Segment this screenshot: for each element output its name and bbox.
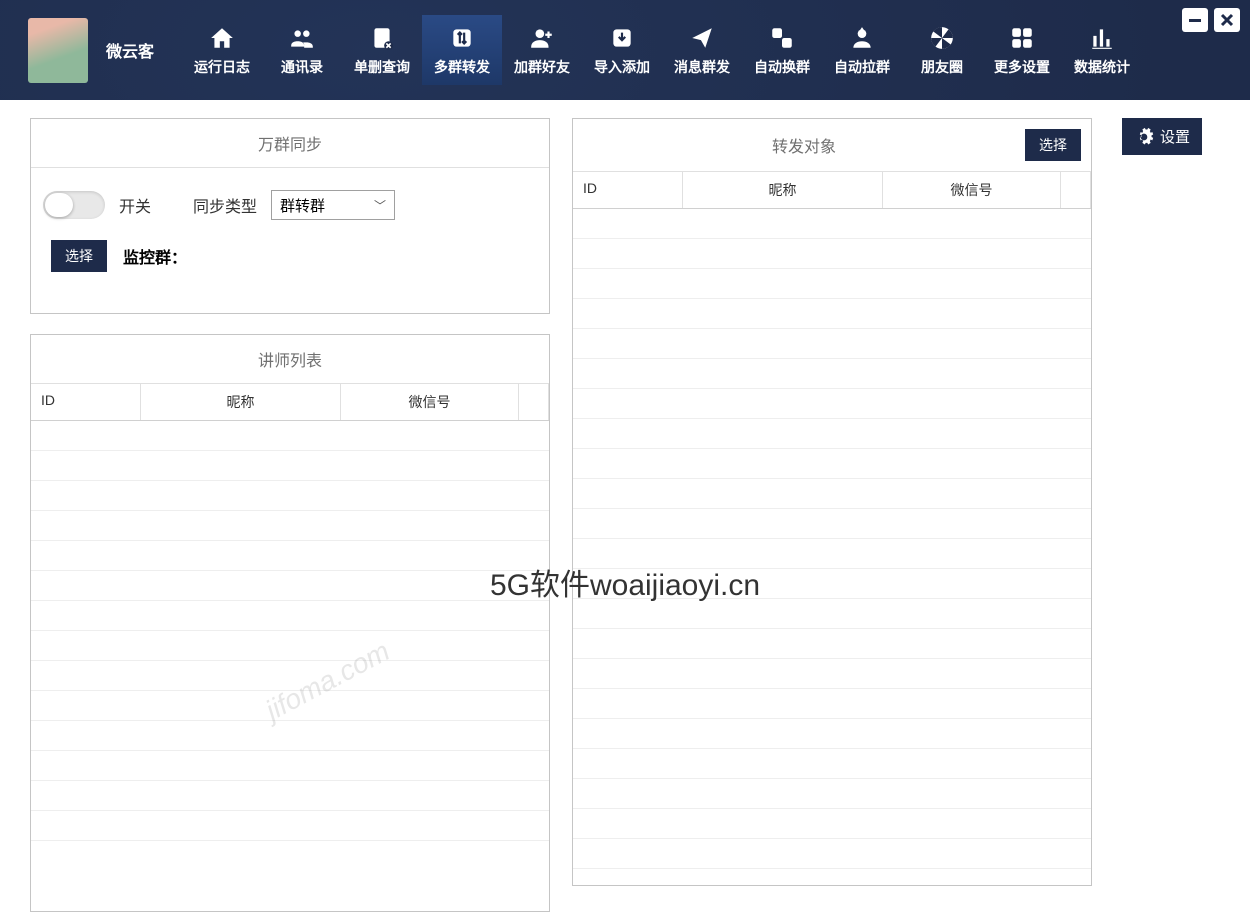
table-row [573, 419, 1091, 449]
home-icon [182, 21, 262, 55]
table-row [573, 329, 1091, 359]
table-row [31, 781, 549, 811]
person-up-icon [822, 21, 902, 55]
table-row [573, 539, 1091, 569]
sync-switch[interactable] [43, 191, 105, 219]
target-table-header: ID 昵称 微信号 [573, 172, 1091, 209]
gear-icon [1134, 127, 1154, 147]
table-row [31, 421, 549, 451]
brand-name: 微云客 [106, 38, 154, 62]
nav-more-settings[interactable]: 更多设置 [982, 15, 1062, 85]
nav-stats[interactable]: 数据统计 [1062, 15, 1142, 85]
table-row [573, 749, 1091, 779]
table-row [573, 299, 1091, 329]
switch-label: 开关 [119, 193, 151, 217]
send-icon [662, 21, 742, 55]
forward-target-panel: 转发对象 选择 ID 昵称 微信号 [572, 118, 1092, 886]
table-row [31, 541, 549, 571]
people-icon [262, 21, 342, 55]
table-row [31, 631, 549, 661]
nav-contacts[interactable]: 通讯录 [262, 15, 342, 85]
settings-button[interactable]: 设置 [1122, 118, 1202, 155]
person-plus-icon [502, 21, 582, 55]
nav-mass-message[interactable]: 消息群发 [662, 15, 742, 85]
table-row [573, 239, 1091, 269]
sync-type-select[interactable]: 群转群 ﹀ [271, 190, 395, 220]
import-icon [582, 21, 662, 55]
teacher-table-header: ID 昵称 微信号 [31, 384, 549, 421]
sync-panel-title: 万群同步 [31, 119, 549, 168]
teacher-list-title: 讲师列表 [31, 335, 549, 384]
select-target-button[interactable]: 选择 [1025, 129, 1081, 161]
table-row [573, 449, 1091, 479]
col-nick: 昵称 [141, 384, 341, 420]
nav-import-add[interactable]: 导入添加 [582, 15, 662, 85]
table-row [573, 359, 1091, 389]
nav-auto-invite[interactable]: 自动拉群 [822, 15, 902, 85]
table-row [31, 601, 549, 631]
teacher-table-body [31, 421, 549, 911]
nav-run-log[interactable]: 运行日志 [182, 15, 262, 85]
avatar [28, 18, 88, 83]
table-row [573, 659, 1091, 689]
table-row [573, 209, 1091, 239]
table-row [31, 481, 549, 511]
table-row [573, 599, 1091, 629]
nav-auto-switch-group[interactable]: 自动换群 [742, 15, 822, 85]
target-table-body [573, 209, 1091, 885]
col-wx: 微信号 [341, 384, 519, 420]
table-row [573, 389, 1091, 419]
close-button[interactable] [1214, 8, 1240, 32]
table-row [573, 809, 1091, 839]
sync-type-label: 同步类型 [193, 193, 257, 217]
nav-multi-forward[interactable]: 多群转发 [422, 15, 502, 85]
chevron-down-icon: ﹀ [374, 197, 386, 214]
col-id: ID [31, 384, 141, 420]
teacher-list-panel: 讲师列表 ID 昵称 微信号 [30, 334, 550, 912]
table-row [31, 451, 549, 481]
clipboard-x-icon [342, 21, 422, 55]
table-row [573, 779, 1091, 809]
table-row [573, 269, 1091, 299]
table-row [573, 629, 1091, 659]
monitor-group-label: 监控群： [123, 244, 187, 268]
table-row [31, 811, 549, 841]
nav-add-group-friend[interactable]: 加群好友 [502, 15, 582, 85]
sync-settings-panel: 万群同步 开关 同步类型 群转群 ﹀ 选择 监控群： [30, 118, 550, 314]
table-row [31, 691, 549, 721]
grid-icon [982, 21, 1062, 55]
table-row [31, 721, 549, 751]
select-monitor-group-button[interactable]: 选择 [51, 240, 107, 272]
col-id: ID [573, 172, 683, 208]
table-row [31, 751, 549, 781]
table-row [573, 689, 1091, 719]
aperture-icon [902, 21, 982, 55]
col-wx: 微信号 [883, 172, 1061, 208]
transfer-icon [422, 21, 502, 55]
table-row [573, 479, 1091, 509]
nav-single-delete[interactable]: 单删查询 [342, 15, 422, 85]
table-row [573, 719, 1091, 749]
swap-icon [742, 21, 822, 55]
main-nav: 运行日志 通讯录 单删查询 多群转发 加群好友 导入添加 消息群发 自动换群 [182, 15, 1142, 85]
table-row [31, 571, 549, 601]
table-row [573, 839, 1091, 869]
minimize-button[interactable] [1182, 8, 1208, 32]
col-nick: 昵称 [683, 172, 883, 208]
bar-chart-icon [1062, 21, 1142, 55]
table-row [573, 569, 1091, 599]
table-row [31, 661, 549, 691]
table-row [31, 511, 549, 541]
nav-moments[interactable]: 朋友圈 [902, 15, 982, 85]
table-row [573, 509, 1091, 539]
forward-target-title: 转发对象 [583, 133, 1025, 157]
